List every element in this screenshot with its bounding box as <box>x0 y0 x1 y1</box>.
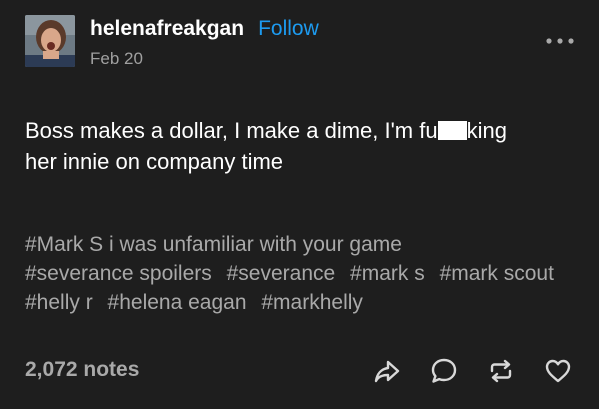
tag-link[interactable]: #helena eagan <box>108 291 247 314</box>
post-body-text-end: king <box>466 118 507 143</box>
post-actions <box>346 355 574 387</box>
post-body-text-start: Boss makes a dollar, I make a dime, I'm … <box>25 118 438 143</box>
avatar[interactable] <box>25 15 75 67</box>
user-block: helenafreakgan Follow Feb 20 <box>90 15 319 69</box>
tag-link[interactable]: #Mark S i was unfamiliar with your game <box>25 233 402 256</box>
tag-list: #Mark S i was unfamiliar with your game … <box>25 230 585 317</box>
tag-link[interactable]: #mark scout <box>440 262 554 285</box>
post-date[interactable]: Feb 20 <box>90 49 319 69</box>
post-body: Boss makes a dollar, I make a dime, I'm … <box>25 115 575 177</box>
post-header: helenafreakgan Follow Feb 20 <box>25 15 577 71</box>
tag-link[interactable]: #markhelly <box>261 291 363 314</box>
tag-link[interactable]: #severance <box>227 262 336 285</box>
reblog-icon[interactable] <box>485 355 517 387</box>
share-icon[interactable] <box>371 355 403 387</box>
tag-link[interactable]: #mark s <box>350 262 425 285</box>
censor-bar <box>437 121 467 140</box>
more-options-icon[interactable] <box>543 33 577 49</box>
post-card: helenafreakgan Follow Feb 20 Boss makes a… <box>0 0 599 409</box>
username-link[interactable]: helenafreakgan <box>90 17 244 40</box>
heart-icon[interactable] <box>542 355 574 387</box>
notes-count[interactable]: 2,072 notes <box>25 358 139 382</box>
post-body-line-1: Boss makes a dollar, I make a dime, I'm … <box>25 115 575 146</box>
tag-link[interactable]: #helly r <box>25 291 93 314</box>
tag-link[interactable]: #severance spoilers <box>25 262 212 285</box>
name-row: helenafreakgan Follow <box>90 15 319 43</box>
post-body-line-2: her innie on company time <box>25 149 284 174</box>
avatar-image <box>25 15 75 67</box>
post-footer: 2,072 notes <box>25 353 574 389</box>
reply-icon[interactable] <box>428 355 460 387</box>
follow-button[interactable]: Follow <box>258 17 319 40</box>
